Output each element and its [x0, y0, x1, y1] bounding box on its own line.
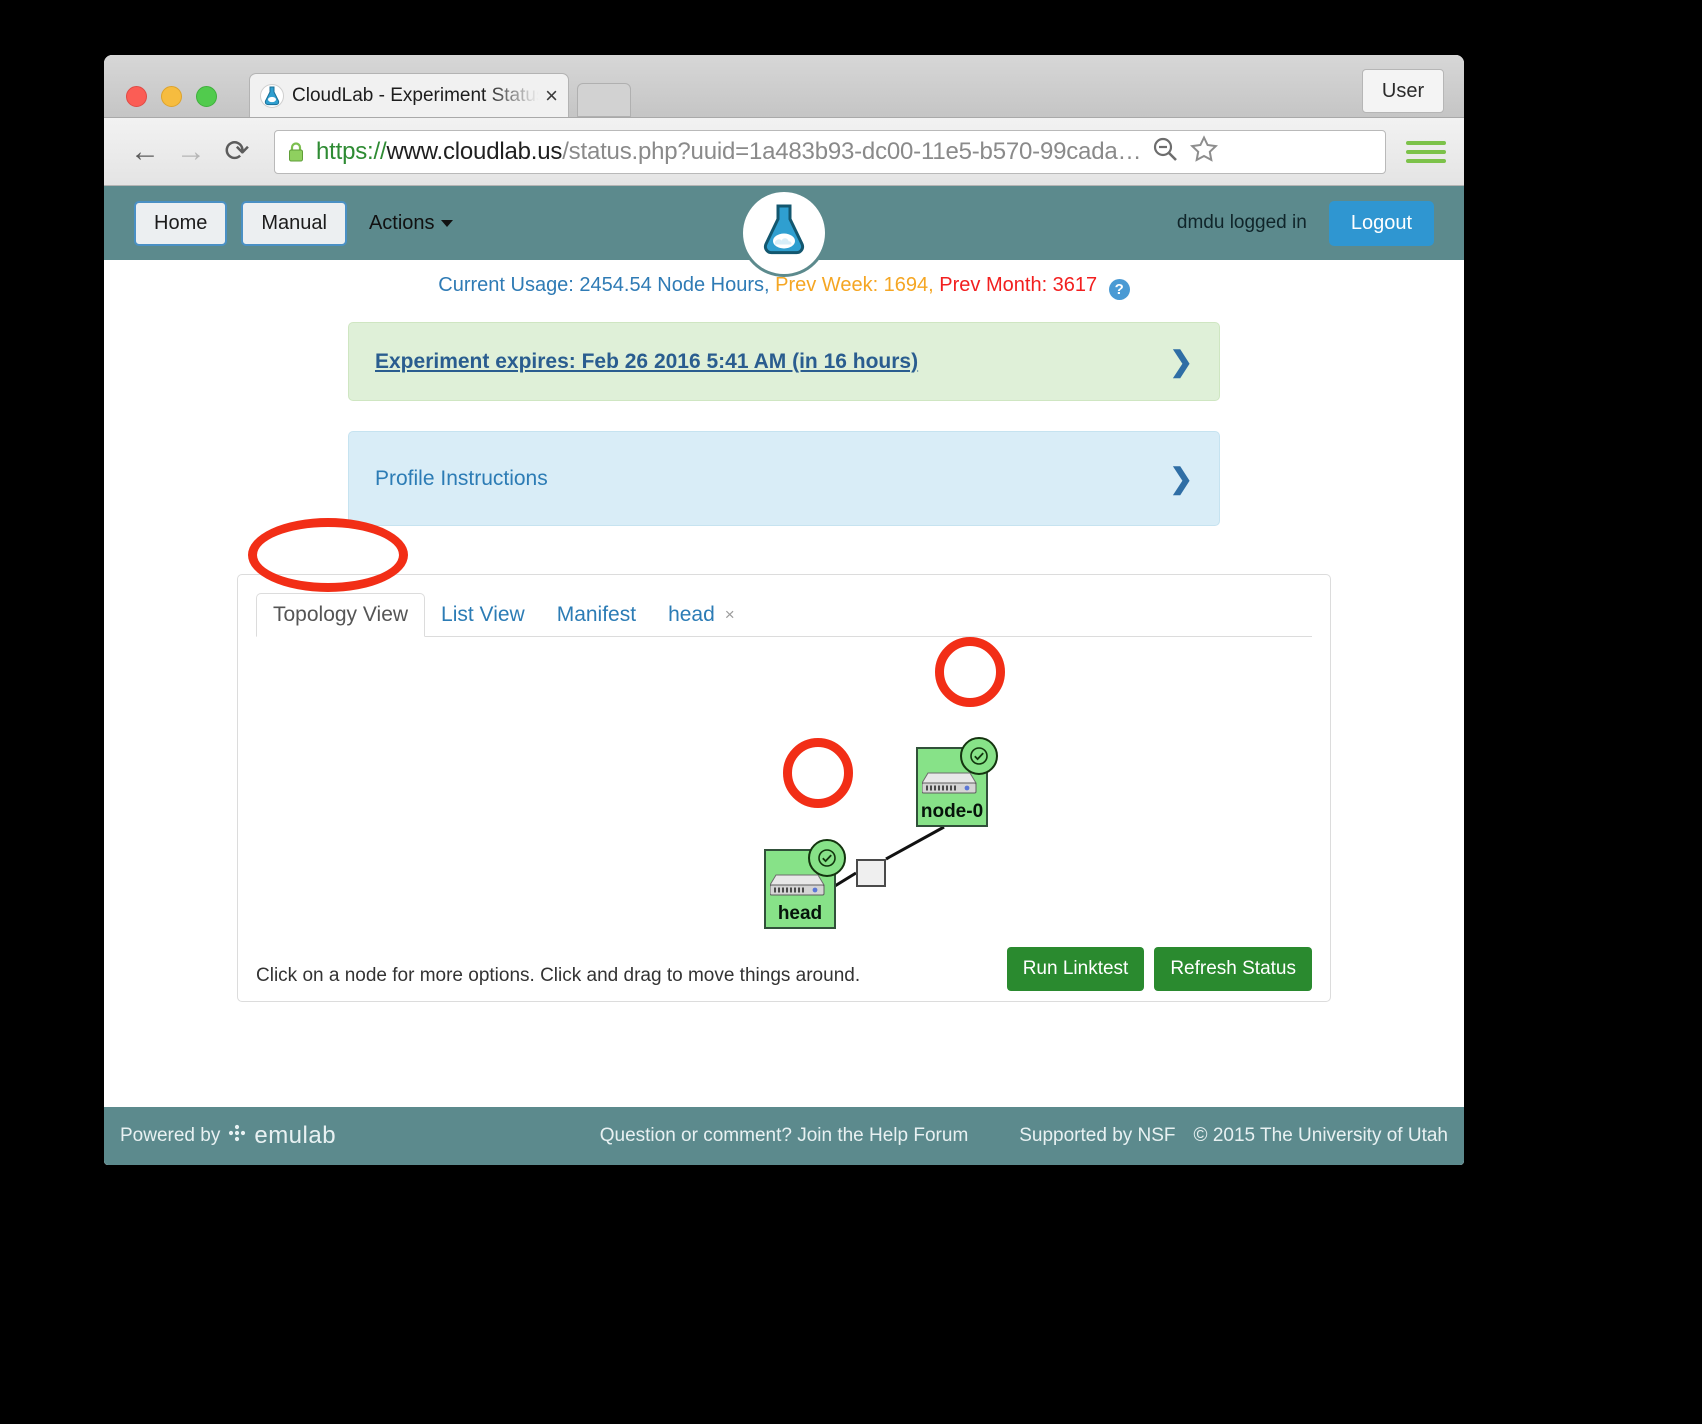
usage-current: Current Usage: 2454.54 Node Hours,: [438, 274, 770, 296]
footer-powered-label: Powered by: [120, 1125, 221, 1146]
forward-icon[interactable]: →: [168, 129, 214, 175]
tab-manifest[interactable]: Manifest: [541, 594, 652, 636]
address-bar[interactable]: https://www.cloudlab.us/status.php?uuid=…: [274, 129, 1386, 174]
node-label: node-0: [920, 801, 984, 822]
run-linktest-button[interactable]: Run Linktest: [1006, 947, 1145, 991]
nav-actions-menu[interactable]: Actions: [369, 212, 453, 235]
topology-lan-switch[interactable]: [856, 859, 886, 887]
tab-close-icon[interactable]: ×: [541, 84, 558, 107]
site-navbar: Home Manual Actions dmdu logged in Logou…: [104, 186, 1464, 274]
node-status-check-icon: [808, 839, 846, 877]
footer-nsf-label: Supported by NSF: [1019, 1125, 1176, 1146]
hamburger-menu-icon[interactable]: [1406, 136, 1446, 168]
star-icon[interactable]: [1189, 134, 1219, 169]
chevron-right-icon[interactable]: ❯: [1170, 462, 1193, 495]
topology-actions: Run Linktest Refresh Status: [1006, 947, 1312, 991]
usage-prev-week: Prev Week: 1694,: [775, 274, 934, 296]
browser-titlebar: CloudLab - Experiment Status × User: [104, 55, 1464, 118]
tab-topology-view[interactable]: Topology View: [256, 593, 426, 637]
tab-title: CloudLab - Experiment Status: [292, 84, 542, 106]
lock-icon: [287, 141, 305, 163]
cloudlab-logo[interactable]: [743, 192, 825, 274]
tab-strip: CloudLab - Experiment Status ×: [249, 73, 631, 117]
url-path: /status.php?uuid=1a483b93-dc00-11e5-b570…: [562, 137, 1142, 165]
footer-help-link[interactable]: Question or comment? Join the Help Forum: [600, 1125, 969, 1147]
experiment-expires-link[interactable]: Experiment expires: Feb 26 2016 5:41 AM …: [375, 350, 918, 374]
footer-right: Supported by NSF © 2015 The University o…: [1019, 1125, 1448, 1147]
search-minus-icon[interactable]: [1151, 135, 1179, 168]
window-controls: [126, 86, 217, 107]
chevron-right-icon[interactable]: ❯: [1170, 345, 1193, 378]
navbar-right: dmdu logged in Logout: [1176, 200, 1434, 246]
experiment-expires-alert[interactable]: Experiment expires: Feb 26 2016 5:41 AM …: [348, 322, 1220, 401]
footer-emulab-label: emulab: [254, 1122, 337, 1149]
view-tabs: Topology View List View Manifest head ×: [256, 593, 1312, 637]
cloudlab-favicon-icon: [260, 83, 284, 109]
profile-instructions-alert[interactable]: Profile Instructions ❯: [348, 431, 1220, 526]
maximize-window-button[interactable]: [196, 86, 217, 107]
nav-actions-label: Actions: [368, 211, 435, 234]
server-icon: [769, 871, 826, 906]
topology-panel: Topology View List View Manifest head ×: [237, 574, 1331, 1002]
reload-icon[interactable]: ⟳: [214, 129, 260, 175]
browser-toolbar: ← → ⟳ https://www.cloudlab.us/status.php…: [104, 118, 1464, 186]
footer-copyright: © 2015 The University of Utah: [1193, 1125, 1448, 1146]
minimize-window-button[interactable]: [161, 86, 182, 107]
topology-hint-text: Click on a node for more options. Click …: [256, 965, 861, 986]
node-label: head: [777, 903, 823, 924]
url-text: https://www.cloudlab.us/status.php?uuid=…: [316, 138, 1141, 166]
server-icon: [921, 769, 978, 804]
url-host: www.cloudlab.us: [386, 137, 563, 165]
usage-prev-month: Prev Month: 3617: [939, 274, 1098, 296]
browser-window: CloudLab - Experiment Status × User ← → …: [104, 55, 1464, 1165]
node-status-check-icon: [960, 737, 998, 775]
emulab-logo-icon: [228, 1124, 246, 1148]
topology-links: [803, 825, 945, 907]
tab-head[interactable]: head: [652, 594, 731, 636]
browser-tab-cloudlab[interactable]: CloudLab - Experiment Status ×: [249, 73, 569, 117]
close-window-button[interactable]: [126, 86, 147, 107]
new-tab-button[interactable]: [577, 83, 631, 117]
topology-node-head[interactable]: head: [764, 839, 846, 929]
footer-powered-by: Powered by emulab: [120, 1122, 336, 1150]
profile-instructions-link[interactable]: Profile Instructions: [375, 467, 548, 491]
topology-canvas[interactable]: node-0 head: [256, 637, 1312, 987]
nav-manual-button[interactable]: Manual: [241, 200, 347, 246]
page-content: Home Manual Actions dmdu logged in Logou…: [104, 186, 1464, 1165]
nav-home-button[interactable]: Home: [134, 200, 228, 246]
back-icon[interactable]: ←: [122, 129, 168, 175]
tab-list-view[interactable]: List View: [425, 594, 541, 636]
logged-in-status: dmdu logged in: [1176, 212, 1307, 233]
help-icon[interactable]: ?: [1108, 279, 1130, 300]
refresh-status-button[interactable]: Refresh Status: [1154, 947, 1312, 991]
site-footer: Powered by emulab Question or comment? J…: [104, 1107, 1464, 1165]
user-profile-button[interactable]: User: [1362, 69, 1444, 113]
topology-node-node-0[interactable]: node-0: [916, 737, 998, 827]
flask-icon: [763, 204, 805, 255]
logout-button[interactable]: Logout: [1328, 200, 1434, 246]
tab-head-close-icon[interactable]: ×: [725, 605, 735, 625]
chevron-down-icon: [440, 219, 453, 227]
url-scheme: https://: [316, 137, 387, 165]
